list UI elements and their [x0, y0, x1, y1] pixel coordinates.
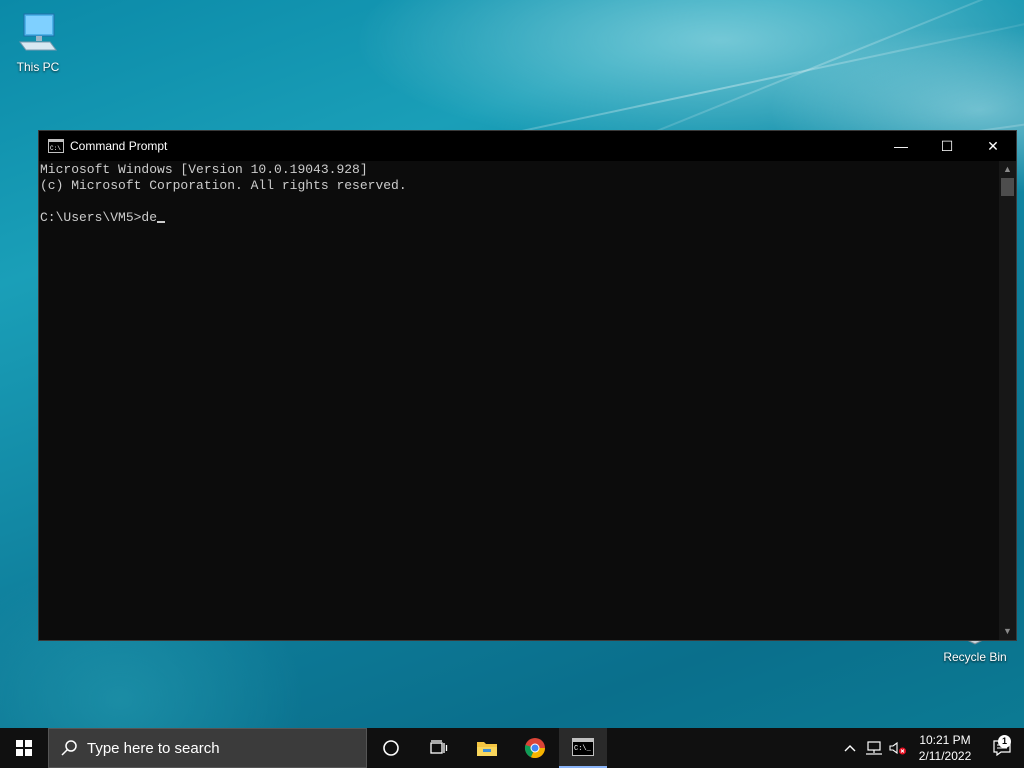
cmd-icon: C:\ — [48, 139, 64, 153]
start-icon — [16, 740, 32, 756]
minimize-button[interactable]: — — [878, 131, 924, 161]
vertical-scrollbar[interactable]: ▲ ▼ — [999, 161, 1016, 640]
chevron-up-icon — [844, 745, 856, 752]
command-prompt-window[interactable]: C:\ Command Prompt — ☐ ✕ Microsoft Windo… — [38, 130, 1017, 641]
console-prompt: C:\Users\VM5> — [40, 210, 142, 225]
console-prompt-line[interactable]: C:\Users\VM5>de — [40, 210, 999, 226]
chrome-button[interactable] — [511, 728, 559, 768]
taskbar: Type here to search C:\_ 10:21 PM 2/11/2… — [0, 728, 1024, 768]
action-center-button[interactable]: 1 — [980, 735, 1024, 756]
notification-count-badge: 1 — [998, 735, 1011, 748]
chrome-icon — [524, 738, 546, 759]
cmd-taskbar-button[interactable]: C:\_ — [559, 728, 607, 768]
computer-icon — [19, 13, 57, 51]
console-line: Microsoft Windows [Version 10.0.19043.92… — [40, 162, 368, 177]
console-output[interactable]: Microsoft Windows [Version 10.0.19043.92… — [39, 161, 999, 640]
desktop-icon-label: Recycle Bin — [943, 650, 1007, 664]
task-view-button[interactable] — [415, 728, 463, 768]
cortana-icon — [383, 740, 399, 756]
window-titlebar[interactable]: C:\ Command Prompt — ☐ ✕ — [39, 131, 1016, 161]
taskbar-search-box[interactable]: Type here to search — [48, 728, 367, 768]
file-explorer-icon — [477, 742, 497, 756]
start-button[interactable] — [0, 728, 48, 768]
text-cursor — [157, 221, 166, 223]
show-hidden-icons-button[interactable] — [838, 744, 862, 752]
desktop-icon-this-pc[interactable]: This PC — [0, 8, 76, 74]
svg-text:C:\: C:\ — [50, 145, 61, 152]
volume-button[interactable] — [886, 741, 910, 755]
file-explorer-button[interactable] — [463, 728, 511, 768]
console-input[interactable]: de — [141, 210, 157, 225]
system-tray: 10:21 PM 2/11/2022 1 — [838, 728, 1024, 768]
clock-date: 2/11/2022 — [918, 749, 972, 763]
volume-muted-icon — [889, 741, 906, 755]
clock-time: 10:21 PM — [919, 733, 971, 747]
close-icon: ✕ — [987, 137, 999, 154]
search-placeholder: Type here to search — [87, 739, 220, 757]
svg-text:C:\_: C:\_ — [574, 745, 592, 753]
maximize-button[interactable]: ☐ — [924, 131, 970, 161]
network-button[interactable] — [862, 741, 886, 755]
console-line: (c) Microsoft Corporation. All rights re… — [40, 178, 407, 193]
cmd-icon: C:\_ — [572, 738, 594, 756]
minimize-icon: — — [894, 138, 908, 154]
close-button[interactable]: ✕ — [970, 131, 1016, 161]
search-icon — [61, 740, 77, 756]
task-view-icon — [430, 740, 448, 754]
taskbar-clock[interactable]: 10:21 PM 2/11/2022 — [910, 732, 980, 764]
network-icon — [866, 741, 882, 755]
window-title: Command Prompt — [70, 139, 168, 153]
scrollbar-thumb[interactable] — [1001, 178, 1014, 196]
cortana-button[interactable] — [367, 728, 415, 768]
scroll-down-icon[interactable]: ▼ — [999, 623, 1016, 640]
scroll-up-icon[interactable]: ▲ — [999, 161, 1016, 178]
maximize-icon: ☐ — [940, 137, 954, 154]
desktop-icon-label: This PC — [16, 60, 60, 74]
